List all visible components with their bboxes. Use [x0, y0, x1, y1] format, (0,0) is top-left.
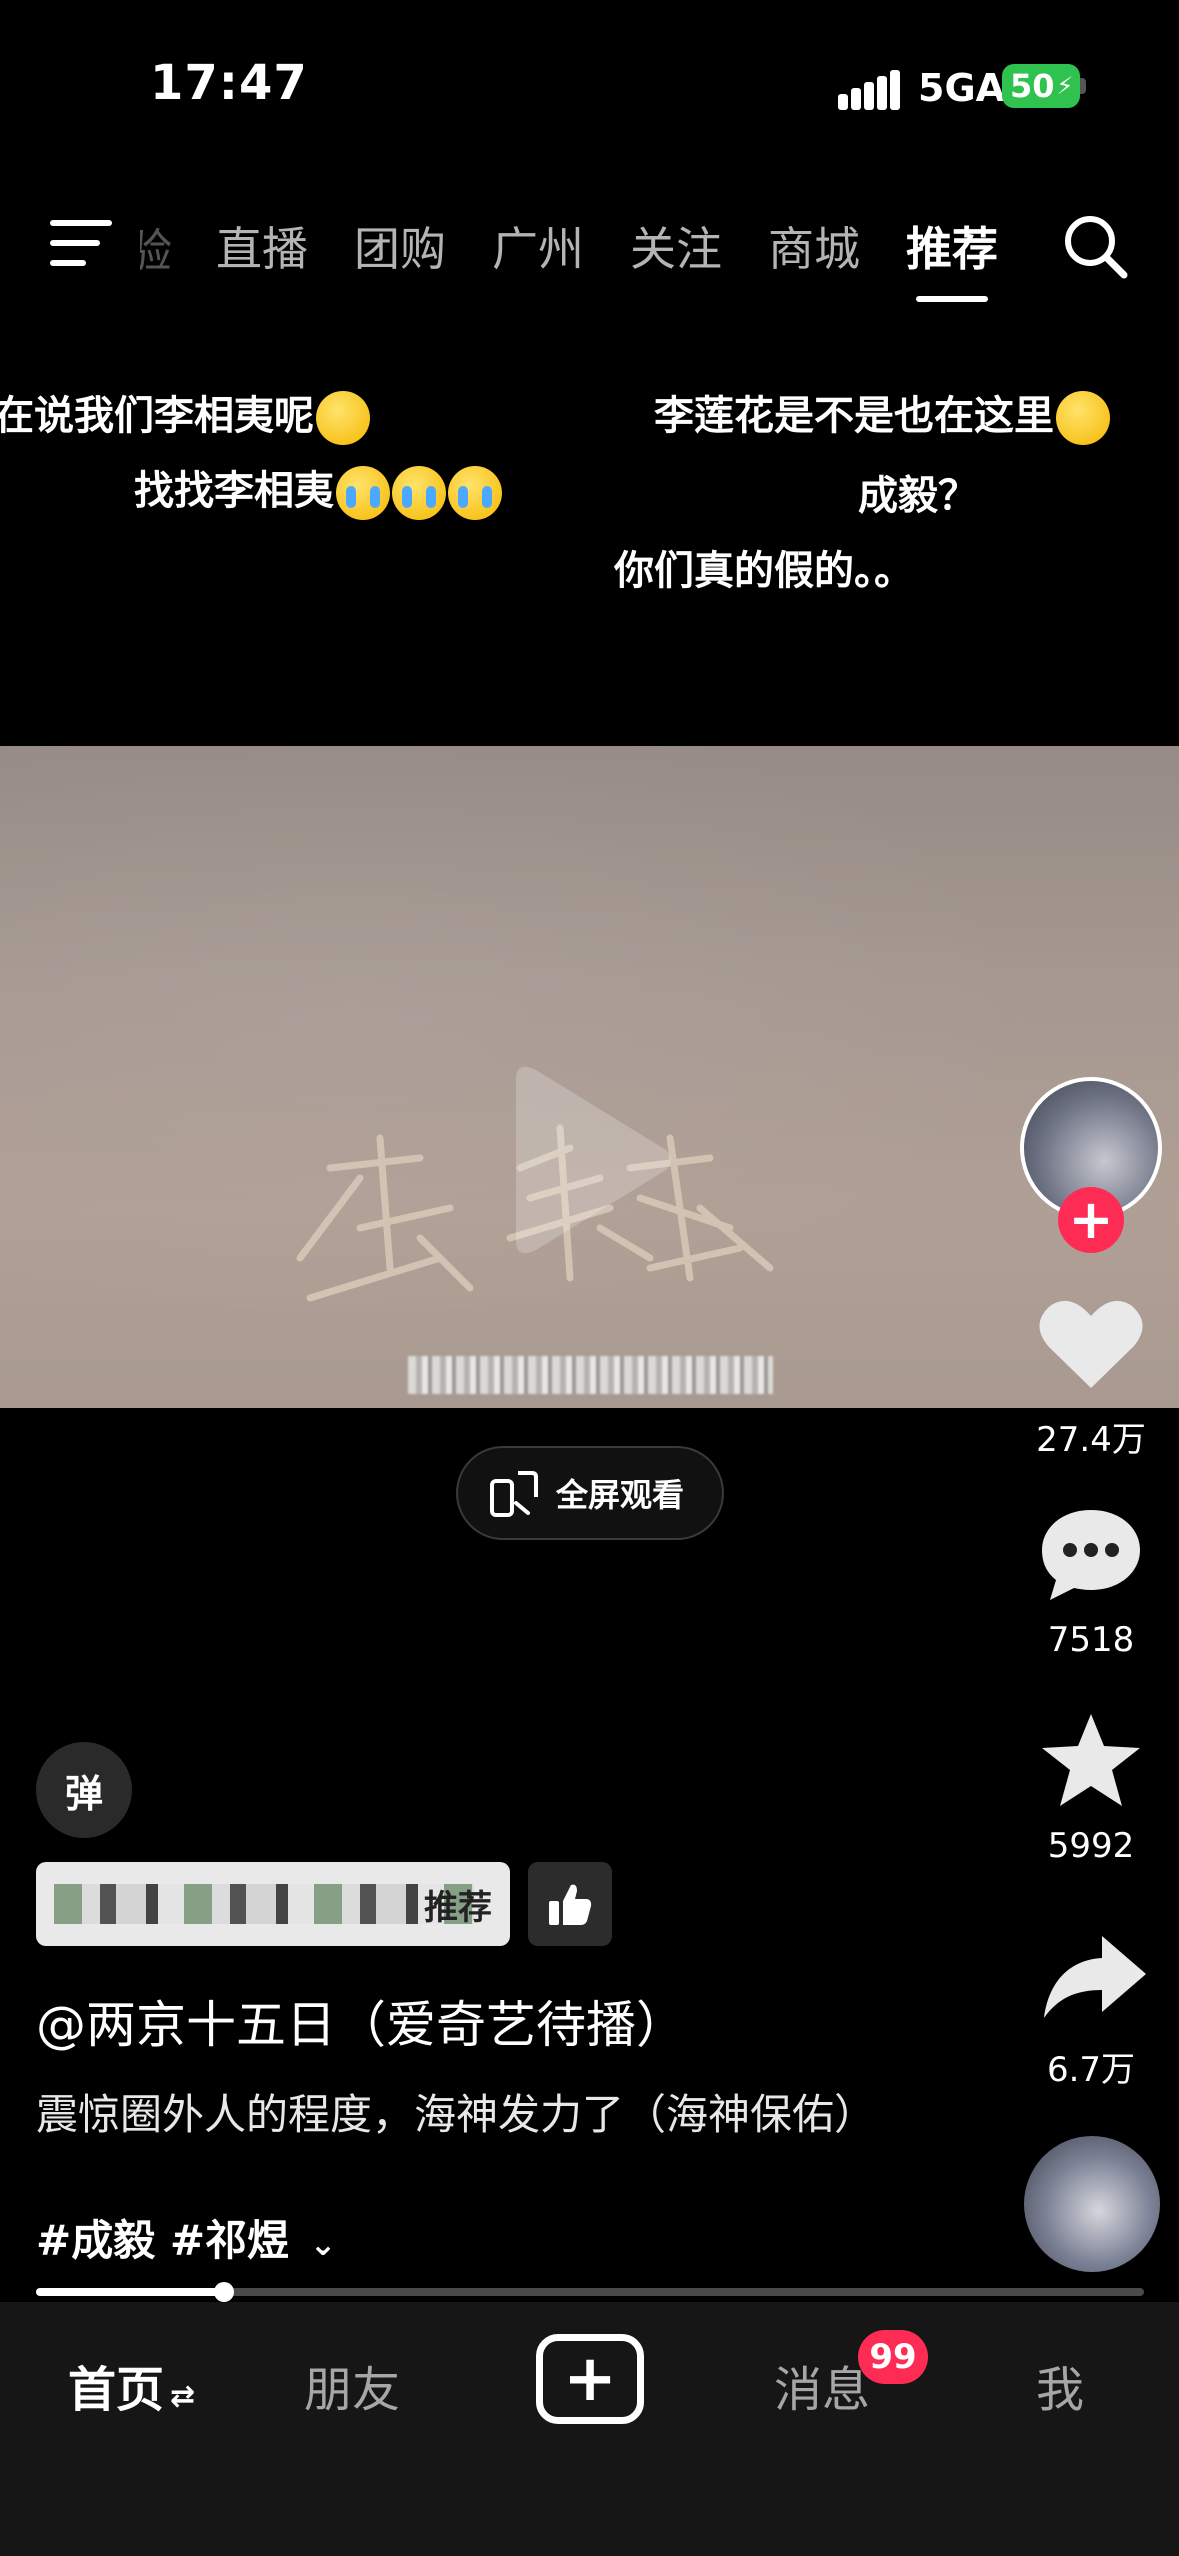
progress-fill: [36, 2288, 225, 2296]
battery-level: 50: [1010, 67, 1055, 105]
charging-bolt-icon: ⚡: [1056, 72, 1074, 100]
recommendation-chip[interactable]: 推荐: [36, 1862, 510, 1946]
chevron-down-icon[interactable]: ⌄: [310, 2225, 337, 2263]
tab-partial[interactable]: 经验: [140, 215, 172, 281]
music-disc[interactable]: [1024, 2136, 1160, 2272]
danmaku-text: 找找李相夷: [134, 468, 334, 514]
status-time: 17:47: [150, 55, 308, 111]
crying-emoji-icon: [392, 466, 446, 520]
danmaku-comment: 找找李相夷: [134, 458, 502, 520]
crying-emoji-icon: [336, 466, 390, 520]
danmaku-comment: 李莲花是不是也在这里: [654, 383, 1110, 445]
thumbs-up-icon: [549, 1884, 592, 1925]
blurred-recommender-avatars: [54, 1884, 474, 1924]
tab-guangzhou[interactable]: 广州: [492, 213, 584, 279]
tab-live[interactable]: 直播: [216, 213, 308, 279]
share-count: 6.7万: [1046, 2050, 1136, 2090]
tab-group-buy[interactable]: 团购: [354, 213, 446, 279]
share-icon[interactable]: [1040, 1930, 1150, 2026]
active-tab-indicator: [916, 296, 988, 302]
heart-icon[interactable]: [1036, 1296, 1146, 1392]
blurred-caption: [408, 1356, 773, 1394]
tab-home-label: 首页: [68, 2362, 165, 2418]
star-icon[interactable]: [1036, 1712, 1146, 1808]
danmaku-text: 你们真的假的。。: [614, 548, 914, 594]
play-icon[interactable]: [506, 1060, 676, 1260]
danmaku-text: 李莲花是不是也在这里: [654, 393, 1054, 439]
like-count: 27.4万: [1036, 1420, 1146, 1460]
tab-friends[interactable]: 朋友: [304, 2350, 400, 2420]
fullscreen-button[interactable]: 全屏观看: [456, 1446, 724, 1540]
laughing-emoji-icon: [316, 391, 370, 445]
menu-icon[interactable]: [50, 218, 112, 268]
comment-icon[interactable]: [1036, 1506, 1146, 1602]
follow-button[interactable]: +: [1058, 1187, 1124, 1253]
create-button[interactable]: +: [536, 2334, 644, 2424]
network-type: 5GA: [918, 66, 1006, 110]
rotate-screen-icon: [490, 1471, 538, 1517]
switch-arrows-icon: ⇄: [170, 2379, 196, 2414]
tab-home[interactable]: 首页 ⇄: [68, 2350, 195, 2420]
recommend-label: 推荐: [424, 1887, 492, 1928]
danmaku-text: 在说我们李相夷呢: [0, 393, 314, 439]
hashtag-text[interactable]: #成毅 #祁煜: [36, 2216, 289, 2265]
battery-indicator: 50 ⚡: [1002, 64, 1080, 108]
tab-following[interactable]: 关注: [630, 213, 722, 279]
hashtags[interactable]: #成毅 #祁煜 ⌄: [36, 2207, 336, 2268]
tab-mall[interactable]: 商城: [768, 213, 860, 279]
fullscreen-label: 全屏观看: [556, 1476, 685, 1514]
crying-emoji-icon: [448, 466, 502, 520]
comment-count: 7518: [1047, 1620, 1135, 1660]
danmaku-toggle-button[interactable]: 弹: [36, 1742, 132, 1838]
author-name[interactable]: @两京十五日（爱奇艺待播）: [36, 1985, 686, 2057]
thumbs-up-button[interactable]: [528, 1862, 612, 1946]
search-icon[interactable]: [1062, 213, 1128, 279]
danmaku-text: 成毅？: [858, 473, 978, 519]
progress-handle[interactable]: [214, 2282, 235, 2302]
favorite-count: 5992: [1047, 1826, 1135, 1866]
danmaku-comment: 在说我们李相夷呢: [0, 383, 370, 445]
video-description: 震惊圈外人的程度，海神发力了（海神保佑）: [36, 2090, 877, 2139]
tab-messages[interactable]: 消息: [774, 2350, 870, 2420]
tab-me[interactable]: 我: [1036, 2350, 1084, 2420]
messages-badge: 99: [858, 2330, 928, 2384]
flushed-emoji-icon: [1056, 391, 1110, 445]
battery-tip: [1080, 78, 1086, 94]
cellular-signal-icon: [838, 70, 900, 110]
tab-recommend[interactable]: 推荐: [906, 213, 998, 279]
